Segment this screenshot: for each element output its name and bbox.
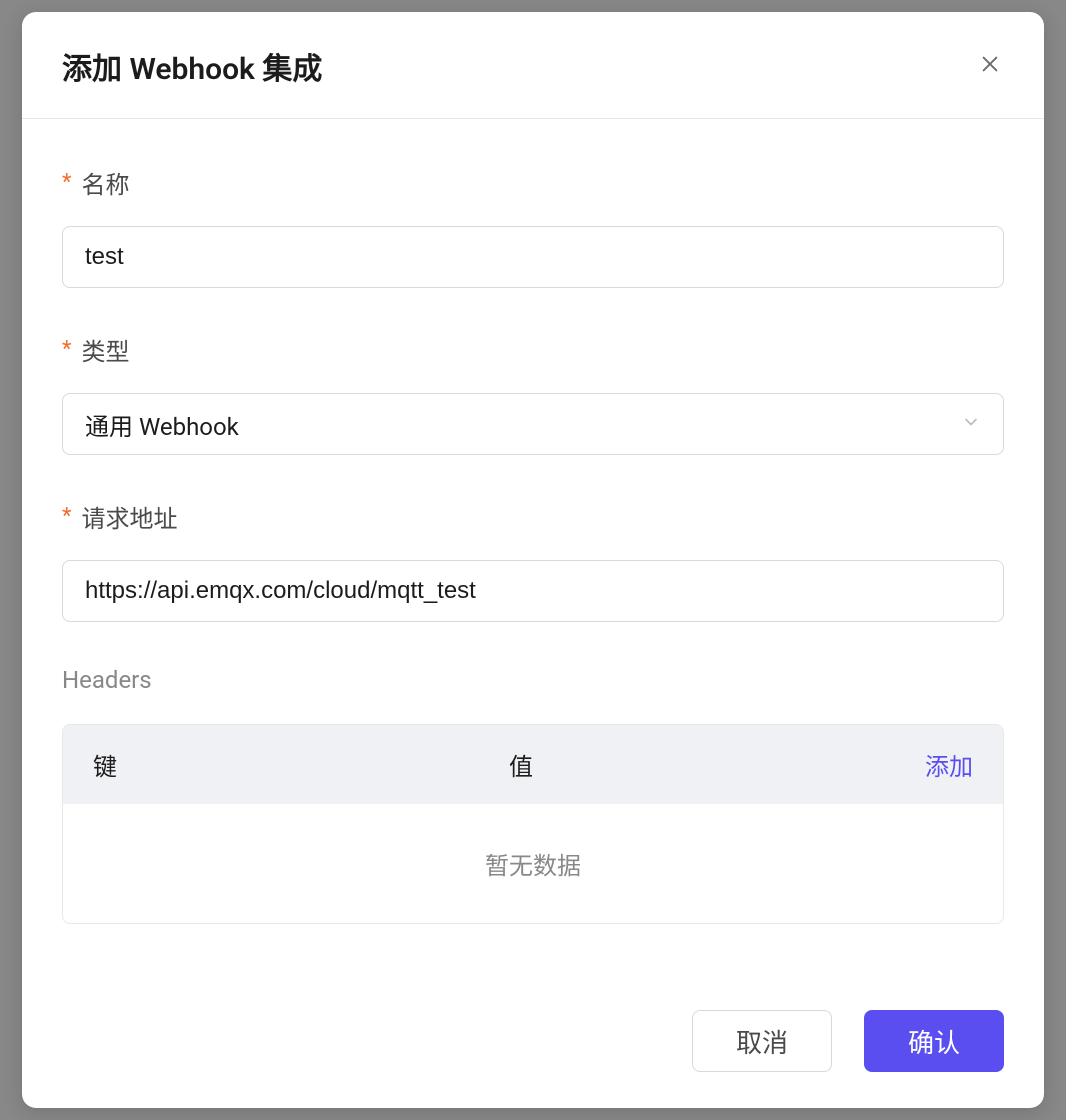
headers-table: 键 值 添加 暂无数据: [62, 724, 1004, 924]
modal-header: 添加 Webhook 集成: [22, 12, 1044, 119]
modal-title: 添加 Webhook 集成: [62, 44, 322, 88]
url-label-text: 请求地址: [81, 499, 177, 534]
empty-data-text: 暂无数据: [93, 846, 973, 881]
headers-table-body: 暂无数据: [63, 804, 1003, 923]
url-input[interactable]: [62, 560, 1004, 622]
cancel-button[interactable]: 取消: [692, 1010, 832, 1072]
type-label: * 类型: [62, 332, 1004, 367]
required-mark: *: [62, 337, 71, 362]
headers-section-title: Headers: [62, 666, 1004, 694]
headers-table-head: 键 值 添加: [63, 725, 1003, 804]
type-select-value: 通用 Webhook: [85, 407, 239, 442]
type-field-group: * 类型 通用 Webhook: [62, 332, 1004, 455]
close-icon: [979, 53, 1001, 79]
header-value-column: 值: [509, 747, 925, 782]
name-label: * 名称: [62, 165, 1004, 200]
type-select[interactable]: 通用 Webhook: [62, 393, 1004, 455]
name-field-group: * 名称: [62, 165, 1004, 288]
url-label: * 请求地址: [62, 499, 1004, 534]
required-mark: *: [62, 170, 71, 195]
modal-footer: 取消 确认: [22, 980, 1044, 1108]
name-label-text: 名称: [81, 165, 129, 200]
add-webhook-modal: 添加 Webhook 集成 * 名称 * 类型 通用 Webh: [22, 12, 1044, 1108]
close-button[interactable]: [976, 52, 1004, 80]
chevron-down-icon: [961, 410, 981, 438]
add-header-button[interactable]: 添加: [925, 747, 973, 782]
name-input[interactable]: [62, 226, 1004, 288]
type-label-text: 类型: [81, 332, 129, 367]
modal-body: * 名称 * 类型 通用 Webhook * 请求地址: [22, 119, 1044, 980]
confirm-button[interactable]: 确认: [864, 1010, 1004, 1072]
required-mark: *: [62, 504, 71, 529]
header-key-column: 键: [93, 747, 509, 782]
url-field-group: * 请求地址: [62, 499, 1004, 622]
